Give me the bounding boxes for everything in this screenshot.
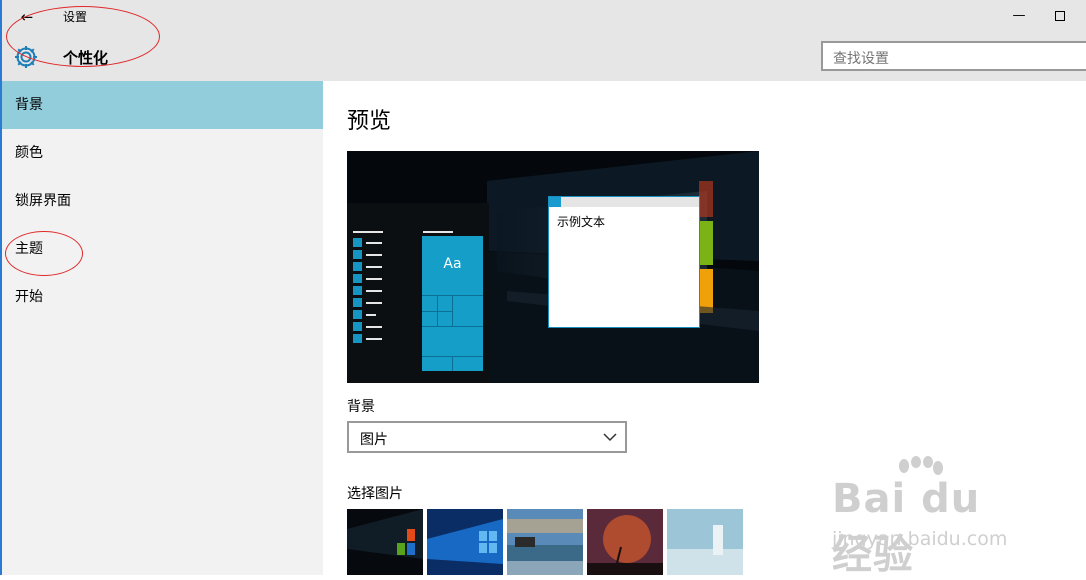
preview-menu-item xyxy=(353,286,362,295)
preview-sample-text: 示例文本 xyxy=(557,215,606,229)
gear-icon xyxy=(15,46,37,68)
tile-divider xyxy=(452,356,453,371)
paw-logo xyxy=(899,456,943,475)
section-title: 个性化 xyxy=(63,49,109,67)
preview-menu-line xyxy=(366,338,382,340)
tile-divider xyxy=(452,295,453,326)
background-label: 背景 xyxy=(347,399,375,415)
sidebar-item-label: 颜色 xyxy=(15,145,43,161)
preview-menu-item xyxy=(353,310,362,319)
maximize-icon xyxy=(1055,11,1065,21)
app-title: 设置 xyxy=(63,10,88,24)
sidebar-item-start[interactable]: 开始 xyxy=(0,273,323,321)
preview-menu-item xyxy=(353,298,362,307)
preview-menu-line xyxy=(423,231,453,233)
preview-menu-item xyxy=(353,334,362,343)
back-button[interactable]: ← xyxy=(14,5,40,29)
preview-menu-line xyxy=(353,231,383,233)
preview-menu-item xyxy=(353,238,362,247)
preview-window-titlebar xyxy=(549,197,699,207)
preview-sample-window: 示例文本 xyxy=(548,196,700,328)
sidebar: 背景 颜色 锁屏界面 主题 开始 xyxy=(0,81,323,575)
preview-menu-line xyxy=(366,302,382,304)
preview-menu-line xyxy=(366,242,382,244)
preview-menu-line xyxy=(366,326,382,328)
sidebar-item-label: 主题 xyxy=(15,241,43,257)
tile-divider xyxy=(422,326,483,327)
preview-title: 预览 xyxy=(347,109,392,134)
preview-menu-line xyxy=(366,254,382,256)
preview-tile-label: Aa xyxy=(443,256,462,272)
preview-menu-line xyxy=(366,266,382,268)
baidu-watermark: Bai du 经验 jingyan.baidu.com xyxy=(832,454,1032,578)
sidebar-item-label: 锁屏界面 xyxy=(15,193,71,209)
chevron-down-icon xyxy=(603,433,617,442)
preview-menu-item xyxy=(353,250,362,259)
background-dropdown[interactable]: 图片 xyxy=(347,421,627,453)
picture-thumbnail[interactable] xyxy=(347,509,423,575)
watermark-brand: Bai du 经验 xyxy=(832,476,981,578)
preview-menu-line xyxy=(366,278,382,280)
preview-menu-item xyxy=(353,274,362,283)
maximize-button[interactable] xyxy=(1048,4,1072,28)
window-left-border xyxy=(0,0,2,575)
picture-thumbnail[interactable] xyxy=(427,509,503,575)
sidebar-item-colors[interactable]: 颜色 xyxy=(0,129,323,177)
minimize-button[interactable]: — xyxy=(1007,4,1031,28)
preview-tiles: Aa xyxy=(422,236,483,371)
sidebar-item-label: 背景 xyxy=(15,97,43,113)
watermark-url: jingyan.baidu.com xyxy=(832,528,1008,550)
preview-window-accent xyxy=(549,197,561,207)
tile-divider xyxy=(422,311,452,312)
picture-thumbnail[interactable] xyxy=(507,509,583,575)
title-bar: ← 设置 个性化 — xyxy=(0,0,1086,81)
preview-menu-line xyxy=(366,314,376,316)
preview-menu-item xyxy=(353,262,362,271)
picture-thumbnail[interactable] xyxy=(667,509,743,575)
sidebar-item-lock-screen[interactable]: 锁屏界面 xyxy=(0,177,323,225)
search-input[interactable] xyxy=(821,41,1086,71)
picture-thumbnail[interactable] xyxy=(587,509,663,575)
preview-menu-line xyxy=(366,290,382,292)
sidebar-item-background[interactable]: 背景 xyxy=(0,81,323,129)
sidebar-item-label: 开始 xyxy=(15,289,43,305)
background-dropdown-value: 图片 xyxy=(360,432,388,448)
sidebar-item-themes[interactable]: 主题 xyxy=(0,225,323,273)
preview-image: Aa 示例文本 xyxy=(347,151,759,383)
preview-menu-item xyxy=(353,322,362,331)
choose-picture-label: 选择图片 xyxy=(347,486,403,502)
